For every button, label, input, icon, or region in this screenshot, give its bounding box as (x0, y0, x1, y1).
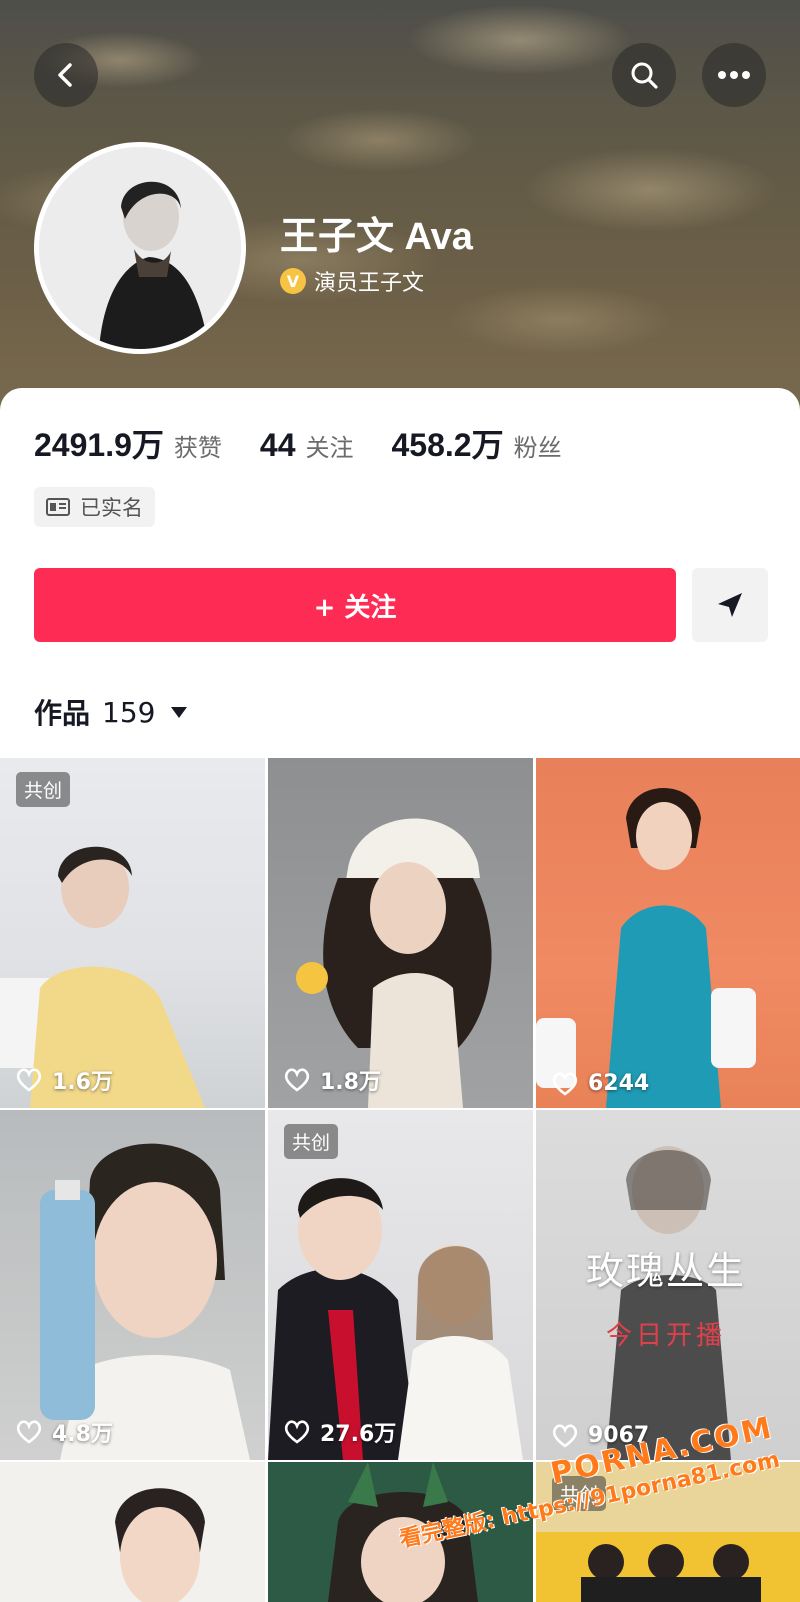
likes-count: 1.6万 (52, 1070, 113, 1095)
thumbnail-image (536, 788, 756, 1108)
heart-icon (284, 1068, 310, 1092)
video-likes: 1.8万 (284, 1064, 381, 1096)
heart-icon (552, 1071, 578, 1096)
heart-icon (16, 1420, 42, 1444)
realname-label: 已实名 (80, 496, 143, 520)
verified-title: 演员王子文 (314, 271, 425, 296)
followers-label[interactable]: 粉丝 (514, 428, 562, 463)
avatar-portrait (39, 147, 241, 349)
avatar[interactable] (34, 142, 246, 354)
message-button[interactable] (692, 568, 768, 642)
video-thumbnail[interactable]: 1.8万 (268, 758, 533, 1108)
following-label[interactable]: 关注 (305, 428, 353, 463)
likes-count: 1.8万 (320, 1070, 381, 1095)
video-likes: 1.6万 (16, 1064, 113, 1096)
likes-count: 2491.9万 (34, 427, 164, 463)
video-thumbnail[interactable]: 共创 1.6万 (0, 758, 265, 1108)
id-card-icon (46, 498, 70, 516)
thumbnail-image (40, 1143, 250, 1460)
stats-row: 2491.9万 获赞 44 关注 458.2万 粉丝 (34, 420, 600, 466)
search-icon (631, 62, 658, 89)
verified-badge-icon: V (280, 268, 306, 294)
back-button[interactable] (34, 43, 98, 107)
video-likes: 27.6万 (284, 1416, 396, 1448)
realname-badge: 已实名 (34, 487, 155, 527)
video-thumbnail[interactable] (0, 1462, 265, 1602)
works-count: 159 (102, 695, 156, 729)
heart-icon (552, 1423, 578, 1448)
chevron-left-icon (58, 63, 72, 87)
co-create-tag: 共创 (284, 1124, 339, 1159)
likes-count: 27.6万 (320, 1422, 397, 1447)
likes-label: 获赞 (173, 434, 222, 462)
follow-button[interactable]: + 关注 (34, 568, 676, 642)
thumbnail-image (268, 1178, 523, 1460)
drama-title: 玫瑰丛生 (586, 1249, 747, 1293)
works-label: 作品 (34, 697, 91, 730)
send-icon (718, 593, 742, 617)
video-thumbnail[interactable]: 6244 (536, 758, 800, 1108)
profile-name: 王子文 Ava (280, 216, 473, 258)
drama-premiere: 今日开播 (606, 1321, 727, 1351)
tab-works[interactable]: 作品 159 (34, 692, 188, 732)
likes-count: 4.8万 (52, 1422, 113, 1447)
video-likes: 4.8万 (16, 1416, 113, 1448)
followers-count[interactable]: 458.2万 (391, 420, 503, 466)
following-count[interactable]: 44 (260, 427, 296, 464)
thumbnail-image (296, 818, 492, 1108)
dropdown-triangle-icon (171, 706, 188, 718)
video-thumbnail[interactable]: 4.8万 (0, 1110, 265, 1460)
more-dots-icon (718, 71, 750, 79)
more-button[interactable] (702, 43, 766, 107)
heart-icon (16, 1068, 42, 1092)
video-thumbnail[interactable]: 玫瑰丛生 今日开播 9067 (536, 1110, 800, 1460)
heart-icon (284, 1420, 310, 1444)
verification-row: V 演员王子文 (280, 265, 424, 297)
video-likes: 6244 (552, 1071, 649, 1096)
likes-count: 6244 (588, 1071, 650, 1096)
co-create-tag: 共创 (16, 772, 71, 807)
video-thumbnail[interactable]: 共创 27.6万 (268, 1110, 533, 1460)
thumbnail-image (115, 1488, 205, 1602)
search-button[interactable] (612, 43, 676, 107)
thumbnail-image (0, 846, 205, 1108)
follow-label: + 关注 (313, 592, 397, 623)
